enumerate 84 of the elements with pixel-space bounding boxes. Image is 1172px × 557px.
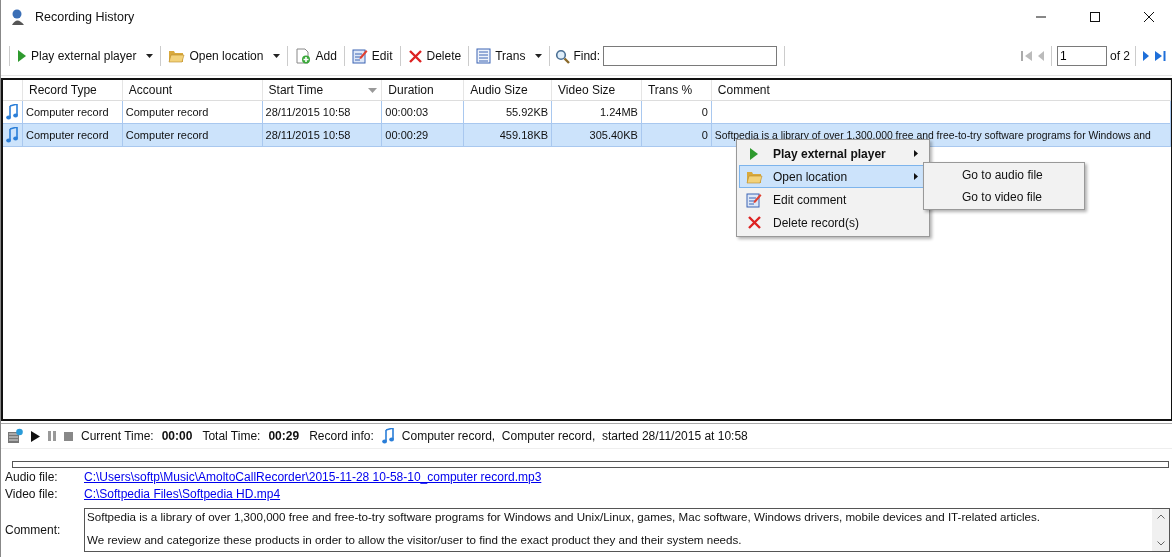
column-header[interactable]: Video Size bbox=[552, 80, 642, 100]
last-page-icon[interactable] bbox=[1154, 50, 1166, 62]
pause-icon[interactable] bbox=[48, 431, 56, 441]
audio-file-label: Audio file: bbox=[4, 469, 59, 484]
play-icon bbox=[749, 147, 759, 160]
table-cell: 28/11/2015 10:58 bbox=[265, 106, 351, 118]
page-count: of 2 bbox=[1110, 49, 1130, 63]
table-cell: Computer record bbox=[125, 106, 209, 118]
window-title: Recording History bbox=[35, 9, 135, 24]
table-cell: 1.24MB bbox=[600, 106, 638, 118]
film-settings-icon[interactable] bbox=[7, 428, 23, 444]
video-file-link[interactable]: C:\Softpedia Files\Softpedia HD.mp4 bbox=[84, 486, 281, 501]
delete-icon bbox=[407, 48, 423, 64]
comment-paragraph: We review and categorize these products in order to allow the visitor/user to find the exact product they and their system needs. bbox=[87, 532, 743, 546]
next-page-icon[interactable] bbox=[1141, 50, 1151, 62]
scroll-up-icon[interactable] bbox=[1156, 513, 1165, 519]
find-label: Find: bbox=[573, 49, 601, 63]
record-info-label: Record info: bbox=[309, 429, 374, 443]
comment-label: Comment: bbox=[4, 522, 62, 537]
stop-icon[interactable] bbox=[64, 431, 73, 441]
music-note-icon bbox=[6, 104, 19, 120]
current-time: 00:00 bbox=[161, 429, 193, 443]
app-logo-icon bbox=[9, 7, 27, 26]
folder-icon bbox=[168, 49, 186, 63]
menu-item[interactable]: Go to audio file bbox=[926, 164, 1082, 186]
edit-icon bbox=[351, 48, 368, 64]
maximize-icon[interactable] bbox=[1090, 11, 1100, 22]
current-time-label: Current Time: bbox=[81, 429, 154, 443]
close-icon[interactable] bbox=[1144, 11, 1154, 22]
table-cell: 55.92KB bbox=[505, 106, 549, 118]
toolbar-button[interactable]: Delete bbox=[405, 46, 464, 66]
folder-icon bbox=[745, 169, 763, 184]
table-cell: 0 bbox=[701, 106, 708, 118]
toolbar-button[interactable]: Open location bbox=[166, 47, 283, 65]
edit-icon bbox=[746, 191, 762, 208]
comment-field[interactable] bbox=[84, 507, 1170, 552]
search-icon bbox=[555, 48, 571, 64]
play-icon[interactable] bbox=[31, 430, 40, 442]
column-header[interactable]: Record Type bbox=[22, 80, 123, 100]
toolbar-button[interactable]: Play external player bbox=[15, 47, 156, 65]
page-number-field[interactable]: 1 bbox=[1057, 46, 1107, 66]
table-cell: 28/11/2015 10:58 bbox=[265, 129, 351, 141]
audio-file-link[interactable]: C:\Users\softp\Music\AmoltoCallRecorder\2015-11-28 10-58-10_computer record.mp3 bbox=[84, 469, 542, 484]
dropdown-caret-icon[interactable] bbox=[535, 54, 543, 58]
table-cell: Computer record bbox=[125, 129, 209, 141]
sort-arrow-icon bbox=[368, 88, 378, 93]
toolbar-button[interactable]: Trans bbox=[474, 46, 545, 66]
total-time-label: Total Time: bbox=[202, 429, 261, 443]
column-header[interactable]: Start Time bbox=[262, 80, 383, 100]
music-note-icon bbox=[381, 428, 394, 444]
total-time: 00:29 bbox=[268, 429, 300, 443]
table-cell: 459.18KB bbox=[499, 129, 549, 141]
table-cell: Computer record bbox=[25, 106, 109, 118]
music-note-icon bbox=[6, 127, 19, 143]
table-row[interactable]: Computer record Computer record 28/11/2015 10:58 00:00:29 459.18KB 305.40KB 0 Softpedia is a library of over 1,300,000 free and free-to-try software programs for Windows and bbox=[3, 124, 1171, 147]
toolbar-button[interactable]: Add bbox=[293, 46, 339, 66]
list-icon bbox=[476, 48, 492, 64]
dropdown-caret-icon[interactable] bbox=[146, 54, 154, 58]
add-document-icon bbox=[295, 48, 312, 64]
table-cell: 305.40KB bbox=[589, 129, 638, 141]
toolbar-button[interactable]: Edit bbox=[349, 46, 395, 66]
scroll-down-icon[interactable] bbox=[1156, 540, 1165, 546]
comment-paragraph: Softpedia is a library of over 1,300,000 free and free-to-try software programs for Windows and Unix/Linux, games, Mac software, Windows drivers, mobile devices and IT-related articles. bbox=[87, 509, 1042, 523]
dropdown-caret-icon[interactable] bbox=[273, 54, 281, 58]
column-header[interactable]: Account bbox=[122, 80, 263, 100]
column-header[interactable]: Duration bbox=[382, 80, 465, 100]
table-cell: Computer record bbox=[25, 129, 109, 141]
column-header[interactable]: Audio Size bbox=[464, 80, 553, 100]
record-info: Computer record, Computer record, started 28/11/2015 at 10:58 bbox=[401, 429, 748, 443]
seek-bar[interactable] bbox=[12, 461, 1169, 468]
video-file-label: Video file: bbox=[4, 486, 59, 501]
table-cell: 0 bbox=[701, 129, 708, 141]
column-header[interactable]: Trans % bbox=[641, 80, 712, 100]
menu-item[interactable]: Delete record(s) bbox=[739, 211, 927, 234]
table-cell: Softpedia is a library of over 1,300,000 free and free-to-try software programs for Windows and bbox=[714, 129, 1151, 141]
menu-item[interactable]: Go to video file bbox=[926, 186, 1082, 208]
column-header[interactable]: Comment bbox=[711, 80, 1171, 100]
scrollbar[interactable] bbox=[1152, 508, 1169, 551]
table-cell: 00:00:29 bbox=[385, 129, 429, 141]
play-icon bbox=[17, 50, 27, 62]
table-cell: 00:00:03 bbox=[385, 106, 429, 118]
menu-item[interactable]: Edit comment bbox=[739, 188, 927, 211]
delete-icon bbox=[746, 215, 762, 230]
find-field[interactable] bbox=[603, 46, 778, 66]
